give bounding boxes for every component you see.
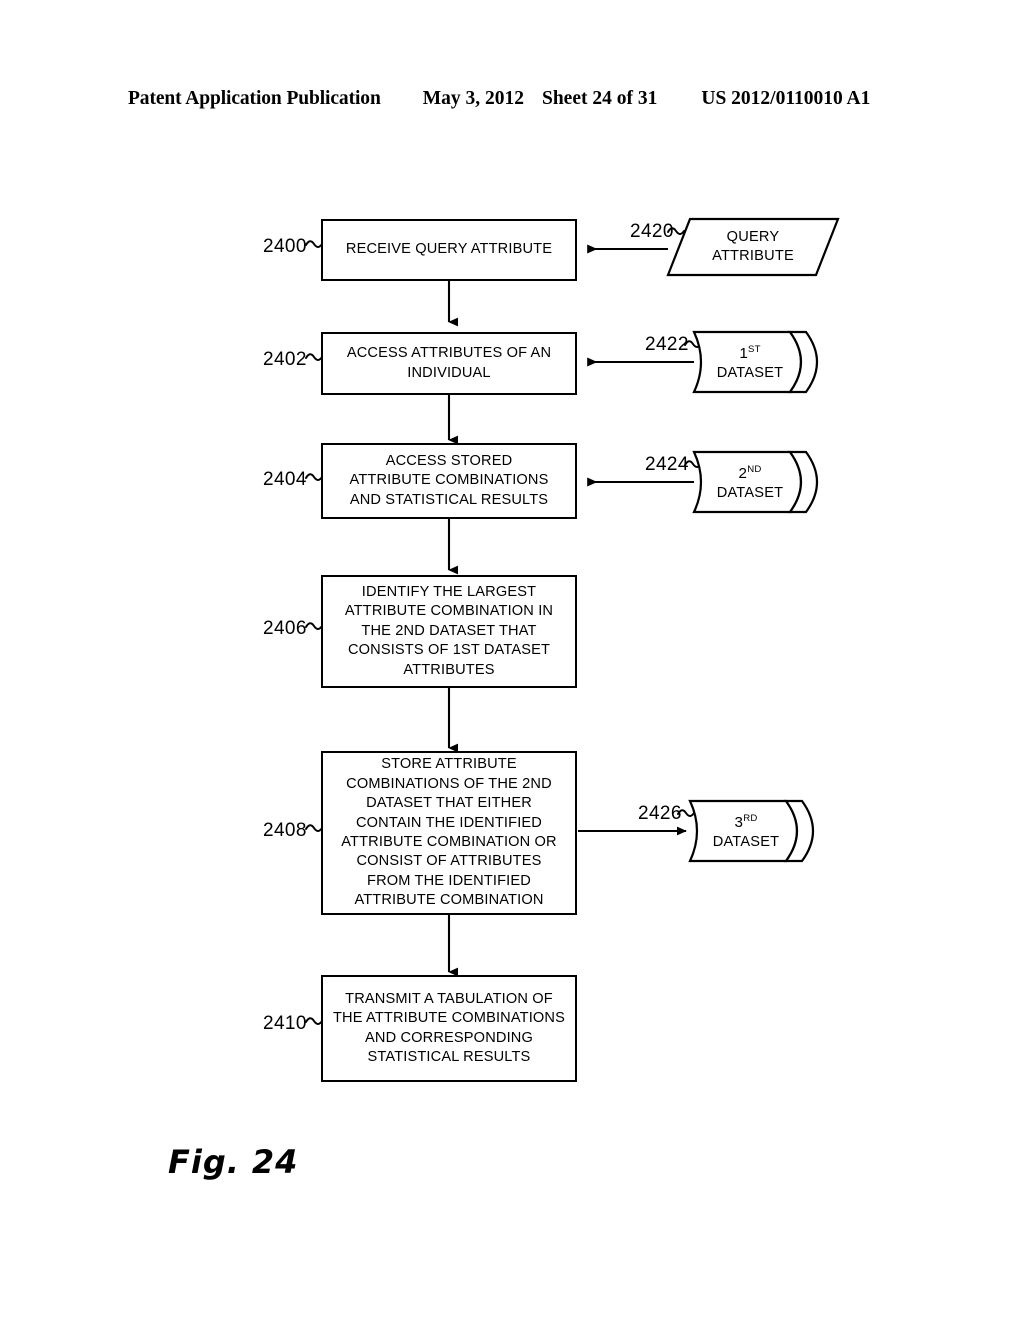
data-node-2424-second-dataset[interactable]: 2ND DATASET (700, 452, 800, 512)
process-box-2410[interactable]: TRANSMIT A TABULATION OF THE ATTRIBUTE C… (321, 975, 577, 1082)
process-2408-line-1: COMBINATIONS OF THE 2ND (346, 775, 552, 792)
process-2406-line-4: ATTRIBUTES (403, 661, 495, 678)
figure-caption-label: Fig. (168, 1143, 240, 1181)
process-2410-line-0: TRANSMIT A TABULATION OF (345, 990, 553, 1007)
data-node-2426-ordinal-number: 3 (734, 814, 744, 832)
process-2410-line-3: STATISTICAL RESULTS (367, 1048, 531, 1065)
header-date: May 3, 2012 (422, 88, 524, 109)
ref-label-2408: 2408 (263, 820, 307, 841)
process-2402-line-0: ACCESS ATTRIBUTES OF AN (346, 345, 552, 362)
page-header: Patent Application Publication May 3, 20… (128, 88, 900, 110)
data-node-2422-ordinal-number: 1 (739, 345, 748, 363)
ref-label-2410: 2410 (263, 1013, 307, 1034)
header-patent-number: US 2012/0110010 A1 (701, 88, 871, 109)
ref-label-2422: 2422 (645, 334, 689, 355)
data-node-2424-ordinal: 2ND (739, 460, 762, 484)
ref-label-2426: 2426 (638, 803, 682, 824)
data-node-2422-first-dataset[interactable]: 1ST DATASET (700, 332, 800, 392)
process-2404-line-2: AND STATISTICAL RESULTS (349, 491, 549, 508)
process-2402-line-1: INDIVIDUAL (407, 364, 491, 381)
data-node-2426-third-dataset[interactable]: 3RD DATASET (696, 801, 796, 861)
process-2410-line-1: THE ATTRIBUTE COMBINATIONS (332, 1010, 565, 1027)
data-node-2424-ordinal-number: 2 (738, 465, 748, 483)
figure-caption: Fig. 24 (168, 1143, 298, 1181)
process-2408-line-7: ATTRIBUTE COMBINATION (354, 892, 544, 909)
header-sheet: Sheet 24 of 31 (541, 88, 658, 109)
data-node-2420-query-attribute[interactable]: QUERY ATTRIBUTE (668, 219, 838, 275)
data-node-2422-ordinal-suffix: ST (747, 344, 761, 356)
process-box-2404[interactable]: ACCESS STORED ATTRIBUTE COMBINATIONS AND… (321, 443, 577, 519)
data-node-2422-ordinal: 1ST (739, 340, 760, 364)
process-2408-line-6: FROM THE IDENTIFIED (367, 872, 531, 889)
process-box-2406[interactable]: IDENTIFY THE LARGEST ATTRIBUTE COMBINATI… (321, 575, 577, 688)
process-2404-line-1: ATTRIBUTE COMBINATIONS (349, 472, 549, 489)
data-node-2426-ordinal: 3RD (735, 809, 758, 833)
process-box-2402[interactable]: ACCESS ATTRIBUTES OF AN INDIVIDUAL (321, 332, 577, 395)
patent-drawing-page: Patent Application Publication May 3, 20… (0, 0, 1024, 1320)
data-node-2420-line-1: ATTRIBUTE (712, 248, 794, 264)
process-2408-line-3: CONTAIN THE IDENTIFIED (355, 814, 542, 831)
process-box-2408[interactable]: STORE ATTRIBUTE COMBINATIONS OF THE 2ND … (321, 751, 577, 915)
header-publication: Patent Application Publication (128, 88, 381, 109)
process-2404-line-0: ACCESS STORED (385, 452, 513, 469)
process-2406-line-2: THE 2ND DATASET THAT (361, 622, 537, 639)
ref-label-2406: 2406 (263, 618, 307, 639)
process-2406-line-0: IDENTIFY THE LARGEST (361, 583, 537, 600)
process-2400-line-0: RECEIVE QUERY ATTRIBUTE (345, 241, 553, 258)
process-2408-line-5: CONSIST OF ATTRIBUTES (356, 853, 542, 870)
figure-caption-number: 24 (251, 1143, 299, 1181)
process-2408-line-2: DATASET THAT EITHER (366, 795, 532, 812)
process-2406-line-3: CONSISTS OF 1ST DATASET (347, 642, 551, 659)
process-2406-line-1: ATTRIBUTE COMBINATION IN (344, 603, 554, 620)
ref-label-2404: 2404 (263, 469, 307, 490)
data-node-2422-label: DATASET (716, 365, 784, 382)
process-2410-line-2: AND CORRESPONDING (365, 1029, 533, 1046)
data-node-2426-ordinal-suffix: RD (743, 813, 758, 825)
process-2408-line-4: ATTRIBUTE COMBINATION OR (341, 834, 557, 850)
ref-label-2402: 2402 (263, 349, 307, 370)
data-node-2426-label: DATASET (712, 834, 780, 851)
data-node-2424-ordinal-suffix: ND (747, 464, 762, 476)
process-box-2400[interactable]: RECEIVE QUERY ATTRIBUTE (321, 219, 577, 281)
ref-label-2420: 2420 (630, 221, 674, 242)
ref-label-2424: 2424 (645, 454, 689, 475)
data-node-2424-label: DATASET (716, 485, 784, 502)
process-2408-line-0: STORE ATTRIBUTE (381, 756, 517, 773)
ref-label-2400: 2400 (263, 236, 307, 257)
data-node-2420-line-0: QUERY (726, 228, 780, 245)
